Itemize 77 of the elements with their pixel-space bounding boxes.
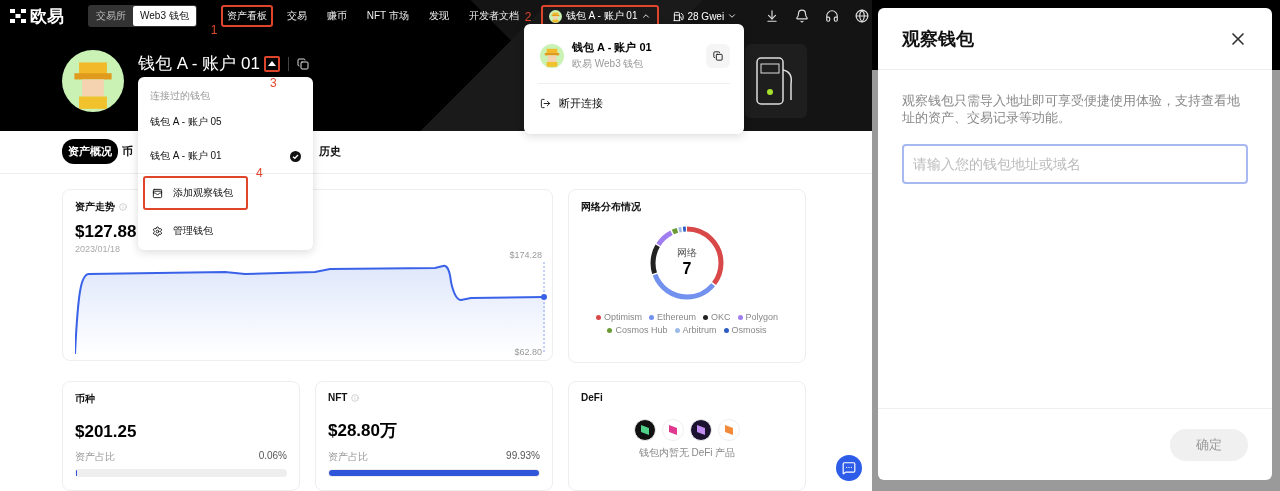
tab[interactable]: 币 [122, 139, 133, 165]
logo-icon [10, 9, 26, 23]
min-label: $62.80 [514, 347, 542, 357]
mode-tab[interactable]: 交易所 [89, 6, 133, 26]
legend-label: Cosmos Hub [615, 325, 668, 335]
chevron-icon [727, 11, 738, 21]
fuel-icon [673, 10, 685, 22]
chevron-icon [641, 11, 652, 21]
wallet-icon [152, 187, 163, 199]
headset-icon [825, 9, 840, 23]
legend-label: Osmosis [731, 325, 767, 335]
globe-icon [855, 9, 870, 23]
protocol-logo-icon [662, 419, 684, 441]
annotation-number: 4 [256, 166, 263, 180]
legend-label: Optimism [603, 312, 642, 322]
share-label: 资产占比 [75, 450, 115, 464]
card-title: 网络分布情况 [581, 200, 641, 214]
donut-label: 网络 [677, 246, 697, 260]
max-label: $174.28 [509, 250, 542, 260]
nav-link[interactable]: 赚币 [320, 5, 353, 27]
tab[interactable]: 历史 [319, 139, 341, 165]
wallet-title: 钱包 A - 账户 01 [138, 53, 260, 75]
logout-icon [540, 98, 551, 109]
annotation-number: 3 [269, 75, 277, 90]
network-count: 7 [682, 260, 692, 278]
wallet-subtitle: 欧易 Web3 钱包 [572, 57, 645, 71]
card-title: DeFi [581, 392, 603, 403]
logo-text: 欧易 [30, 5, 64, 28]
legend-label: Polygon [745, 312, 779, 322]
holding-value: $28.80万 [328, 420, 397, 442]
nav-link[interactable]: NFT 市场 [360, 5, 415, 27]
avatar [540, 43, 564, 68]
chat-button[interactable] [836, 455, 862, 481]
share-value: 0.06% [258, 450, 287, 463]
wallet-name: 钱包 A - 账户 01 [572, 40, 652, 55]
empty-message: 钱包内暂无 DeFi 产品 [637, 446, 737, 460]
annotation-number: 2 [524, 10, 532, 24]
date-label: 2023/01/18 [75, 244, 121, 254]
mode-tab[interactable]: Web3 钱包 [133, 6, 196, 26]
share-value: 99.93% [506, 450, 540, 463]
chat-icon [842, 461, 856, 475]
avatar [548, 9, 562, 23]
download-icon [765, 9, 780, 23]
total-value: $127.88 [75, 222, 137, 242]
menu-action[interactable]: 管理钱包 [143, 214, 222, 248]
protocol-logo-icon [690, 419, 712, 441]
card-title: NFT [328, 392, 348, 403]
info-icon [119, 203, 127, 211]
nav-link[interactable]: 发现 [422, 5, 455, 27]
copy-button[interactable] [706, 43, 730, 68]
legend-label: OKC [711, 312, 731, 322]
caret-button[interactable] [263, 55, 280, 72]
copy-icon[interactable] [296, 57, 309, 70]
legend-label: Arbitrum [682, 325, 717, 335]
dialog-title: 观察钱包 [902, 27, 974, 51]
nav-link[interactable]: 交易 [280, 5, 313, 27]
protocol-logo-icon [718, 419, 740, 441]
menu-heading: 连接过的钱包 [150, 89, 210, 103]
avatar [62, 50, 124, 112]
nav-link[interactable]: 开发者文档 [462, 5, 525, 27]
address-input[interactable]: 请输入您的钱包地址或域名 [902, 144, 1248, 184]
gas-button[interactable]: 28 Gwei [667, 9, 744, 23]
bell-icon [795, 9, 810, 23]
card-title: 币种 [75, 392, 95, 406]
disconnect-button[interactable]: 断开连接 [524, 84, 744, 123]
dialog-description: 观察钱包只需导入地址即可享受便捷使用体验，支持查看地址的资产、交易记录等功能。 [902, 92, 1241, 126]
menu-action[interactable]: 添加观察钱包 [143, 176, 248, 210]
share-label: 资产占比 [328, 450, 368, 464]
tab[interactable]: 资产概况 [62, 139, 118, 165]
annotation-number: 1 [210, 23, 218, 37]
copy-icon [713, 50, 723, 61]
legend-label: Ethereum [656, 312, 696, 322]
account-item[interactable]: 钱包 A - 账户 05 [138, 105, 313, 139]
card-title: 资产走势 [75, 200, 115, 214]
protocol-logo-icon [634, 419, 656, 441]
settings-icon [152, 225, 163, 237]
holding-value: $201.25 [75, 422, 137, 442]
